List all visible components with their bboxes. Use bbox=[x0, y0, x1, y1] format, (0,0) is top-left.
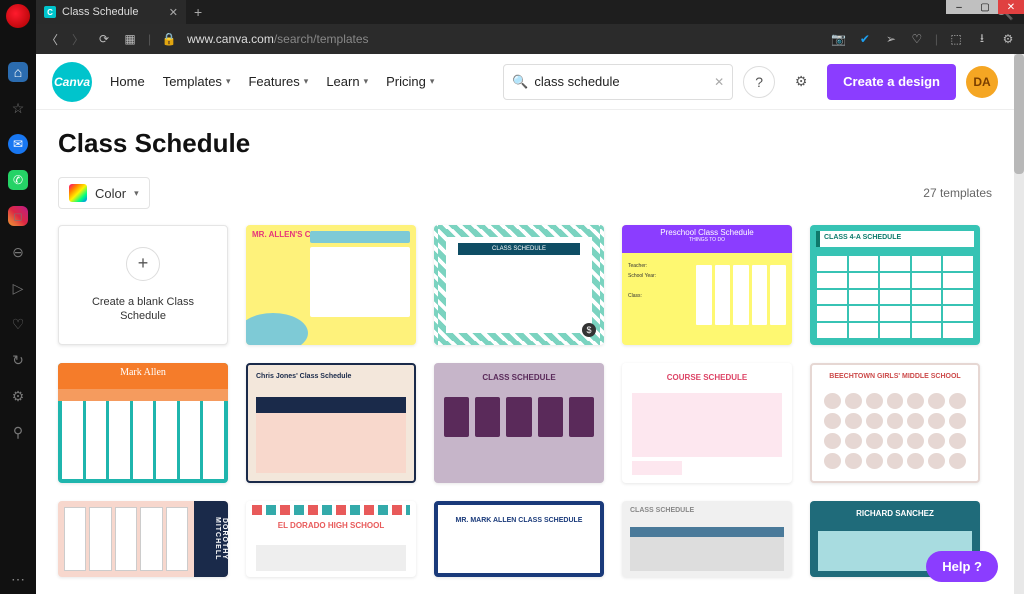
download-icon[interactable]: ⭳ bbox=[974, 29, 990, 50]
cube-icon[interactable]: ⬚ bbox=[948, 32, 964, 46]
heart-icon[interactable]: ♡ bbox=[8, 314, 28, 334]
template-card[interactable]: COURSE SCHEDULE bbox=[622, 363, 792, 483]
canva-page: Canva Home Templates▾ Features▾ Learn▾ P… bbox=[36, 54, 1014, 594]
search-input[interactable]: 🔍 class schedule ✕ bbox=[503, 64, 733, 100]
easy-setup-icon[interactable]: ⚙ bbox=[1000, 32, 1016, 46]
template-card[interactable]: CLASS SCHEDULE bbox=[434, 363, 604, 483]
chevron-down-icon: ▾ bbox=[364, 76, 369, 87]
help-button[interactable]: Help ? bbox=[926, 551, 998, 582]
window-minimize-button[interactable]: – bbox=[946, 0, 972, 14]
color-filter[interactable]: Color ▾ bbox=[58, 177, 150, 209]
template-card[interactable]: Preschool Class ScheduleTHINGS TO DO Tea… bbox=[622, 225, 792, 345]
template-card[interactable]: CLASS 4-A SCHEDULE bbox=[810, 225, 980, 345]
bulb-icon[interactable]: ⚲ bbox=[8, 422, 28, 442]
template-card[interactable]: CLASS SCHEDULE bbox=[622, 501, 792, 577]
scrollbar-thumb[interactable] bbox=[1014, 54, 1024, 174]
template-card[interactable]: Chris Jones' Class Schedule bbox=[246, 363, 416, 483]
tab-class-schedule[interactable]: C Class Schedule ✕ bbox=[36, 0, 186, 24]
tab-close-icon[interactable]: ✕ bbox=[169, 6, 178, 19]
lock-icon: 🔒 bbox=[161, 32, 177, 46]
chevron-down-icon: ▾ bbox=[430, 76, 435, 87]
page-title: Class Schedule bbox=[58, 128, 992, 159]
blank-label: Create a blank Class Schedule bbox=[59, 295, 227, 324]
nav-home[interactable]: Home bbox=[110, 74, 145, 89]
canva-header: Canva Home Templates▾ Features▾ Learn▾ P… bbox=[36, 54, 1014, 110]
clear-search-icon[interactable]: ✕ bbox=[714, 75, 724, 89]
star-icon[interactable]: ☆ bbox=[8, 98, 28, 118]
chevron-down-icon: ▾ bbox=[134, 188, 139, 199]
canva-logo[interactable]: Canva bbox=[52, 62, 92, 102]
template-card[interactable]: MR. MARK ALLEN CLASS SCHEDULE bbox=[434, 501, 604, 577]
window-close-button[interactable]: ✕ bbox=[998, 0, 1024, 14]
url-field[interactable]: www.canva.com/search/templates bbox=[187, 32, 368, 46]
create-design-button[interactable]: Create a design bbox=[827, 64, 956, 100]
template-card[interactable]: DOROTHY MITCHELL bbox=[58, 501, 228, 577]
color-filter-label: Color bbox=[95, 186, 126, 201]
premium-badge-icon: $ bbox=[582, 323, 596, 337]
camera-icon[interactable]: 📷 bbox=[831, 32, 847, 46]
canva-favicon-icon: C bbox=[44, 6, 56, 18]
search-icon: 🔍 bbox=[512, 74, 528, 90]
nav-forward-icon[interactable]: 〉 bbox=[70, 31, 86, 48]
nav-back-icon[interactable]: 〈 bbox=[44, 31, 60, 48]
template-card[interactable]: Mark Allen bbox=[58, 363, 228, 483]
filter-row: Color ▾ 27 templates bbox=[58, 177, 992, 209]
window-maximize-button[interactable]: ▢ bbox=[972, 0, 998, 14]
chevron-down-icon: ▾ bbox=[226, 76, 231, 87]
opera-sidebar: ⌂ ☆ ✉ ✆ ◻ ⊖ ▷ ♡ ↻ ⚙ ⚲ ⋯ bbox=[0, 0, 36, 594]
page-scrollbar[interactable] bbox=[1014, 54, 1024, 594]
search-value: class schedule bbox=[534, 74, 619, 89]
chevron-down-icon: ▾ bbox=[304, 76, 309, 87]
opera-home-icon[interactable]: ⌂ bbox=[8, 62, 28, 82]
plus-icon: + bbox=[126, 247, 160, 281]
user-avatar[interactable]: DA bbox=[966, 66, 998, 98]
settings-icon[interactable]: ⚙ bbox=[785, 66, 817, 98]
blank-template-card[interactable]: + Create a blank Class Schedule bbox=[58, 225, 228, 345]
send-icon[interactable]: ➢ bbox=[883, 32, 899, 46]
tab-strip: C Class Schedule ✕ + 🔍 bbox=[36, 0, 1024, 24]
nav-learn[interactable]: Learn▾ bbox=[326, 74, 368, 89]
color-swatch-icon bbox=[69, 184, 87, 202]
template-card[interactable]: MR. ALLEN'S CLASS SCHEDULE bbox=[246, 225, 416, 345]
template-count: 27 templates bbox=[923, 186, 992, 200]
reload-icon[interactable]: ⟳ bbox=[96, 32, 112, 46]
template-card[interactable]: BEECHTOWN GIRLS' MIDDLE SCHOOL bbox=[810, 363, 980, 483]
template-card[interactable]: EL DORADO HIGH SCHOOL bbox=[246, 501, 416, 577]
template-card[interactable]: CLASS SCHEDULE $ bbox=[434, 225, 604, 345]
whatsapp-icon[interactable]: ✆ bbox=[8, 170, 28, 190]
content-area: Class Schedule Color ▾ 27 templates + Cr… bbox=[36, 110, 1014, 594]
tab-title: Class Schedule bbox=[62, 6, 138, 18]
settings-gear-icon[interactable]: ⚙ bbox=[8, 386, 28, 406]
clock-icon[interactable]: ↻ bbox=[8, 350, 28, 370]
address-bar: 〈 〉 ⟳ ▦ | 🔒 www.canva.com/search/templat… bbox=[36, 24, 1024, 54]
help-icon[interactable]: ? bbox=[743, 66, 775, 98]
nav-templates[interactable]: Templates▾ bbox=[163, 74, 231, 89]
template-grid: + Create a blank Class Schedule MR. ALLE… bbox=[58, 225, 992, 577]
messenger-icon[interactable]: ✉ bbox=[8, 134, 28, 154]
instagram-icon[interactable]: ◻ bbox=[8, 206, 28, 226]
shield-check-icon[interactable]: ✔ bbox=[857, 32, 873, 46]
new-tab-button[interactable]: + bbox=[186, 4, 210, 20]
play-icon[interactable]: ▷ bbox=[8, 278, 28, 298]
history-icon[interactable]: ⊖ bbox=[8, 242, 28, 262]
opera-logo-icon[interactable] bbox=[6, 4, 30, 28]
nav-features[interactable]: Features▾ bbox=[248, 74, 308, 89]
nav-pricing[interactable]: Pricing▾ bbox=[386, 74, 434, 89]
heart-toolbar-icon[interactable]: ♡ bbox=[909, 32, 925, 46]
speed-dial-icon[interactable]: ▦ bbox=[122, 32, 138, 46]
opera-more-icon[interactable]: ⋯ bbox=[11, 571, 25, 588]
